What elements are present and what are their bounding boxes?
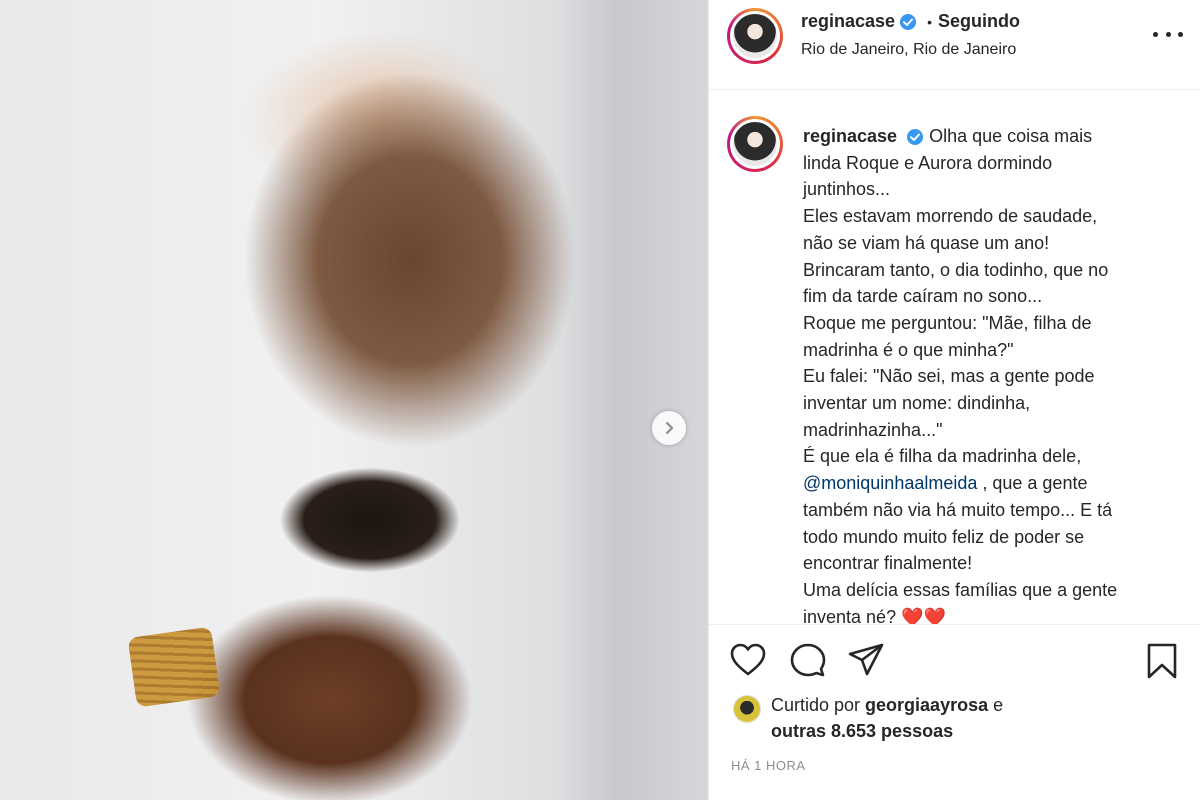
chevron-right-icon xyxy=(665,421,674,435)
pillow-shape xyxy=(560,0,708,800)
post-timestamp[interactable]: HÁ 1 HORA xyxy=(731,758,806,773)
comment-icon[interactable] xyxy=(789,642,827,678)
caption-line: não se viam há quase um ano! xyxy=(803,232,1050,253)
bracelet-shape xyxy=(127,626,221,708)
caption-line: Roque me perguntou: "Mãe, filha de xyxy=(803,312,1092,333)
heart-emoji: ❤️❤️ xyxy=(901,606,946,625)
caption-line: , que a gente xyxy=(977,473,1088,494)
likes-prefix: Curtido por xyxy=(771,695,866,715)
post-header: reginacase • Seguindo Rio de Janeiro, Ri… xyxy=(709,0,1200,90)
likes-count-link[interactable]: outras 8.653 pessoas xyxy=(771,721,953,741)
liker-avatar[interactable] xyxy=(733,695,761,723)
caption-line: inventar um nome: dindinha, xyxy=(803,393,1031,414)
caption-line: fim da tarde caíram no sono... xyxy=(803,286,1043,307)
caption-line: encontrar finalmente! xyxy=(803,553,973,574)
caption-line: também não via há muito tempo... E tá xyxy=(803,499,1113,520)
likes-connector: e xyxy=(988,695,1004,715)
verified-badge-icon xyxy=(900,13,917,30)
caption-line: Olha que coisa mais xyxy=(929,126,1093,146)
following-button[interactable]: Seguindo xyxy=(938,11,1020,32)
mention-link[interactable]: @moniquinhaalmeida xyxy=(803,473,977,493)
next-image-button[interactable] xyxy=(652,411,686,445)
post-photo[interactable] xyxy=(0,0,708,800)
caption-author-avatar[interactable] xyxy=(727,116,783,172)
post-location[interactable]: Rio de Janeiro, Rio de Janeiro xyxy=(801,41,1016,59)
caption-line: Uma delícia essas famílias que a gente xyxy=(803,579,1118,600)
caption-line: linda Roque e Aurora dormindo xyxy=(803,152,1053,173)
author-line: reginacase • Seguindo xyxy=(801,11,1020,32)
post-caption: reginacase Olha que coisa mais linda Roq… xyxy=(803,123,1165,625)
caption-line: madrinha é o que minha?" xyxy=(803,339,1014,360)
post-side-panel: reginacase • Seguindo Rio de Janeiro, Ri… xyxy=(708,0,1200,800)
author-avatar[interactable] xyxy=(727,8,783,64)
verified-badge-icon xyxy=(907,129,924,146)
separator-dot: • xyxy=(927,13,932,30)
liker-username[interactable]: georgiaayrosa xyxy=(865,695,988,715)
more-options-icon[interactable] xyxy=(1153,22,1183,46)
caption-line: inventa né? xyxy=(803,606,897,625)
post-actions xyxy=(709,626,1200,686)
caption-line: madrinhazinha..." xyxy=(803,419,943,440)
heart-icon[interactable] xyxy=(729,642,767,678)
author-username[interactable]: reginacase xyxy=(801,11,895,32)
bookmark-icon[interactable] xyxy=(1145,642,1179,680)
caption-line: Brincaram tanto, o dia todinho, que no xyxy=(803,259,1109,280)
paper-plane-icon[interactable] xyxy=(847,642,885,678)
caption-area: reginacase Olha que coisa mais linda Roq… xyxy=(709,91,1200,625)
likes-text: Curtido por georgiaayrosa e outras 8.653… xyxy=(771,692,1191,744)
caption-line: juntinhos... xyxy=(803,179,891,200)
caption-line: Eu falei: "Não sei, mas a gente pode xyxy=(803,366,1095,387)
caption-username[interactable]: reginacase xyxy=(803,126,897,146)
caption-line: É que ela é filha da madrinha dele, xyxy=(803,446,1082,467)
caption-line: todo mundo muito feliz de poder se xyxy=(803,526,1085,547)
caption-line: Eles estavam morrendo de saudade, xyxy=(803,206,1098,227)
